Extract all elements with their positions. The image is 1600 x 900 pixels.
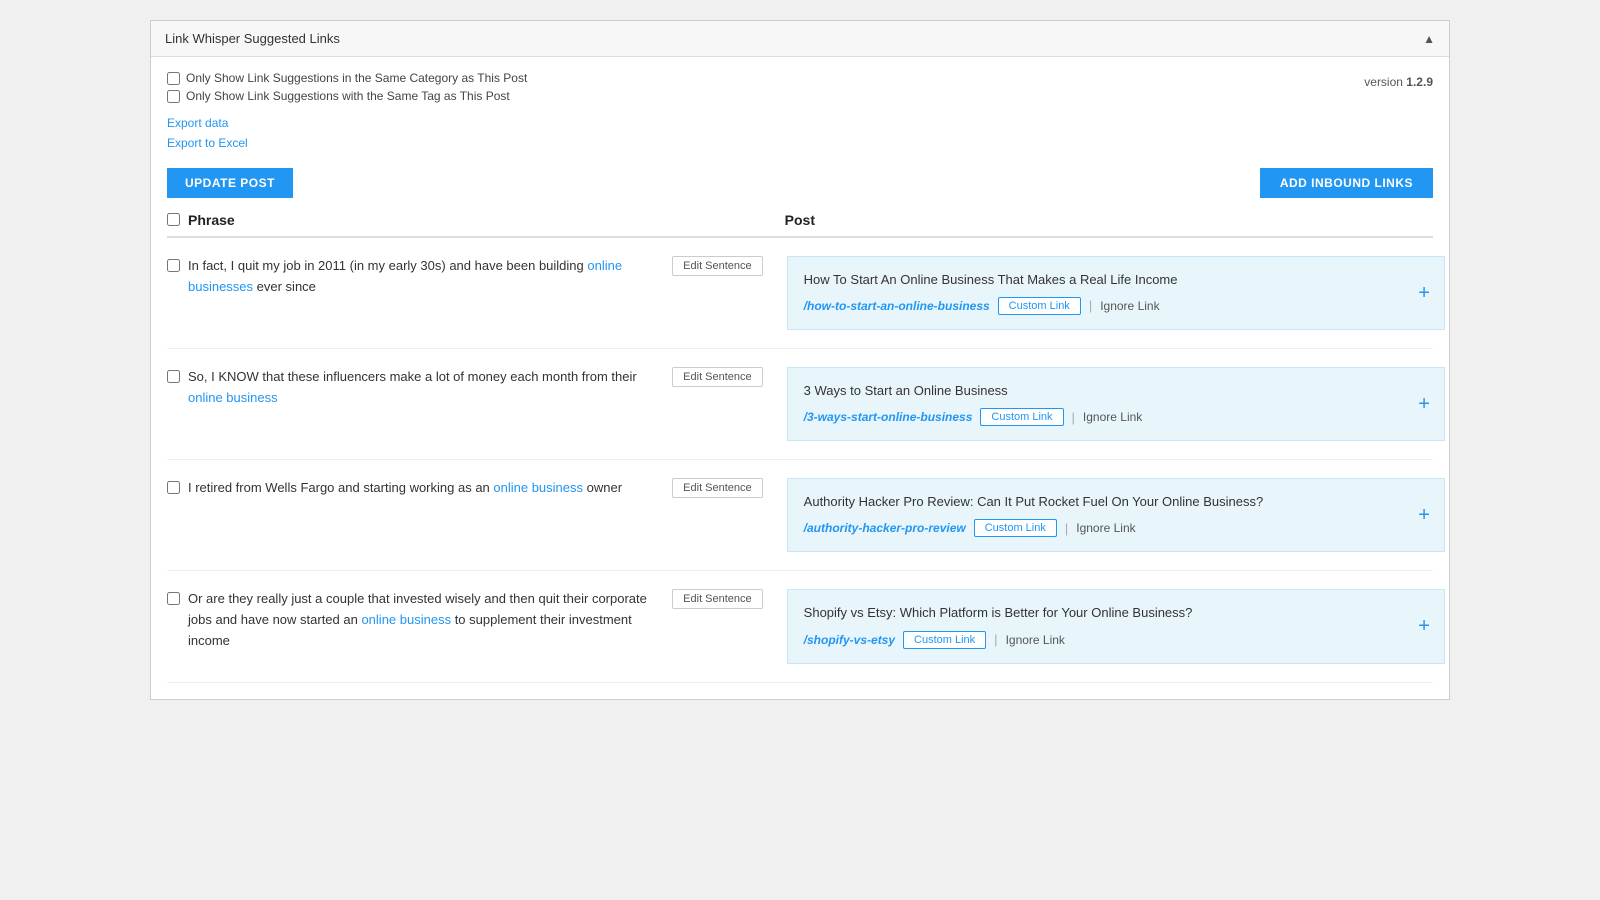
- custom-link-button[interactable]: Custom Link: [903, 631, 986, 649]
- option-same-tag[interactable]: Only Show Link Suggestions with the Same…: [167, 89, 527, 103]
- export-excel-link[interactable]: Export to Excel: [167, 133, 527, 153]
- ignore-link-button[interactable]: Ignore Link: [1076, 521, 1135, 535]
- col-post-header: Post: [775, 212, 1433, 228]
- expand-button[interactable]: +: [1418, 505, 1430, 525]
- phrase-text: I retired from Wells Fargo and starting …: [188, 478, 664, 499]
- row-checkbox[interactable]: [167, 592, 180, 605]
- custom-link-button[interactable]: Custom Link: [980, 408, 1063, 426]
- edit-sentence-button[interactable]: Edit Sentence: [672, 478, 763, 498]
- pipe-divider: |: [1065, 521, 1068, 536]
- phrase-col: Or are they really just a couple that in…: [167, 589, 775, 651]
- post-title: Shopify vs Etsy: Which Platform is Bette…: [804, 604, 1428, 622]
- col-phrase-header: Phrase: [167, 212, 775, 228]
- expand-button[interactable]: +: [1418, 394, 1430, 414]
- post-title: How To Start An Online Business That Mak…: [804, 271, 1428, 289]
- post-slug: /3-ways-start-online-business: [804, 410, 973, 424]
- post-slug: /authority-hacker-pro-review: [804, 521, 966, 535]
- checkbox-same-tag[interactable]: [167, 90, 180, 103]
- post-meta-row: /how-to-start-an-online-business Custom L…: [804, 297, 1428, 315]
- phrase-col: In fact, I quit my job in 2011 (in my ea…: [167, 256, 775, 298]
- table-row: I retired from Wells Fargo and starting …: [167, 460, 1433, 571]
- checkbox-same-category[interactable]: [167, 72, 180, 85]
- collapse-icon[interactable]: ▲: [1423, 32, 1435, 46]
- post-col: Shopify vs Etsy: Which Platform is Bette…: [787, 589, 1445, 663]
- rows-container: In fact, I quit my job in 2011 (in my ea…: [167, 238, 1433, 683]
- version-number: 1.2.9: [1406, 75, 1433, 89]
- post-title: Authority Hacker Pro Review: Can It Put …: [804, 493, 1428, 511]
- table-header-row: Phrase Post: [167, 212, 1433, 238]
- post-card: Shopify vs Etsy: Which Platform is Bette…: [787, 589, 1445, 663]
- ignore-link-button[interactable]: Ignore Link: [1006, 633, 1065, 647]
- add-inbound-links-button[interactable]: ADD INBOUND LINKS: [1260, 168, 1433, 198]
- edit-sentence-button[interactable]: Edit Sentence: [672, 367, 763, 387]
- action-row: UPDATE POST ADD INBOUND LINKS: [167, 168, 1433, 198]
- phrase-link[interactable]: online business: [188, 390, 278, 405]
- expand-button[interactable]: +: [1418, 283, 1430, 303]
- option-same-category[interactable]: Only Show Link Suggestions in the Same C…: [167, 71, 527, 85]
- pipe-divider: |: [1089, 298, 1092, 313]
- phrase-col: I retired from Wells Fargo and starting …: [167, 478, 775, 499]
- post-card: How To Start An Online Business That Mak…: [787, 256, 1445, 330]
- custom-link-button[interactable]: Custom Link: [974, 519, 1057, 537]
- phrase-text: In fact, I quit my job in 2011 (in my ea…: [188, 256, 664, 298]
- post-meta-row: /3-ways-start-online-business Custom Link…: [804, 408, 1428, 426]
- post-slug: /how-to-start-an-online-business: [804, 299, 990, 313]
- phrase-col: So, I KNOW that these influencers make a…: [167, 367, 775, 409]
- custom-link-button[interactable]: Custom Link: [998, 297, 1081, 315]
- row-checkbox[interactable]: [167, 259, 180, 272]
- phrase-text: Or are they really just a couple that in…: [188, 589, 664, 651]
- post-col: 3 Ways to Start an Online Business/3-way…: [787, 367, 1445, 441]
- post-card: 3 Ways to Start an Online Business/3-way…: [787, 367, 1445, 441]
- options-row: Only Show Link Suggestions in the Same C…: [167, 71, 1433, 154]
- post-col: Authority Hacker Pro Review: Can It Put …: [787, 478, 1445, 552]
- phrase-link[interactable]: online business: [361, 612, 451, 627]
- post-col: How To Start An Online Business That Mak…: [787, 256, 1445, 330]
- export-links: Export data Export to Excel: [167, 113, 527, 154]
- table-section: Phrase Post In fact, I quit my job in 20…: [151, 212, 1449, 699]
- ignore-link-button[interactable]: Ignore Link: [1083, 410, 1142, 424]
- post-meta-row: /authority-hacker-pro-review Custom Link |…: [804, 519, 1428, 537]
- update-post-button[interactable]: UPDATE POST: [167, 168, 293, 198]
- select-all-checkbox[interactable]: [167, 213, 180, 226]
- phrase-link[interactable]: online business: [493, 480, 583, 495]
- table-row: Or are they really just a couple that in…: [167, 571, 1433, 682]
- table-row: In fact, I quit my job in 2011 (in my ea…: [167, 238, 1433, 349]
- expand-button[interactable]: +: [1418, 616, 1430, 636]
- pipe-divider: |: [994, 632, 997, 647]
- panel-title: Link Whisper Suggested Links: [165, 31, 340, 46]
- post-meta-row: /shopify-vs-etsy Custom Link | Ignore Link: [804, 631, 1428, 649]
- post-slug: /shopify-vs-etsy: [804, 633, 895, 647]
- pipe-divider: |: [1072, 410, 1075, 425]
- ignore-link-button[interactable]: Ignore Link: [1100, 299, 1159, 313]
- phrase-link[interactable]: online businesses: [188, 258, 622, 294]
- version-label: version 1.2.9: [1364, 75, 1433, 89]
- panel-header: Link Whisper Suggested Links ▲: [151, 21, 1449, 57]
- edit-sentence-button[interactable]: Edit Sentence: [672, 256, 763, 276]
- export-data-link[interactable]: Export data: [167, 113, 527, 133]
- post-card: Authority Hacker Pro Review: Can It Put …: [787, 478, 1445, 552]
- panel-body: Only Show Link Suggestions in the Same C…: [151, 57, 1449, 212]
- phrase-header-label: Phrase: [188, 212, 235, 228]
- row-checkbox[interactable]: [167, 370, 180, 383]
- options-left: Only Show Link Suggestions in the Same C…: [167, 71, 527, 154]
- post-title: 3 Ways to Start an Online Business: [804, 382, 1428, 400]
- phrase-text: So, I KNOW that these influencers make a…: [188, 367, 664, 409]
- edit-sentence-button[interactable]: Edit Sentence: [672, 589, 763, 609]
- row-checkbox[interactable]: [167, 481, 180, 494]
- table-row: So, I KNOW that these influencers make a…: [167, 349, 1433, 460]
